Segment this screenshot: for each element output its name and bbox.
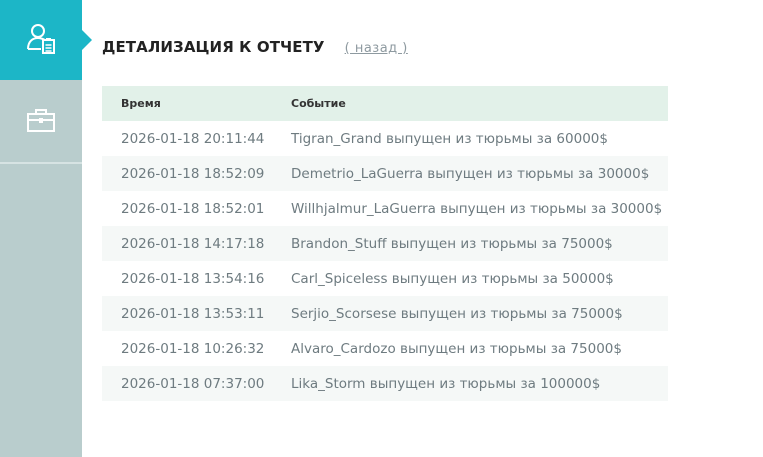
table-row: 2026-01-18 18:52:01 Willhjalmur_LaGuerra… bbox=[102, 191, 668, 226]
table-row: 2026-01-18 13:53:11 Serjio_Scorsese выпу… bbox=[102, 296, 668, 331]
sidebar bbox=[0, 0, 92, 457]
cell-event: Willhjalmur_LaGuerra выпущен из тюрьмы з… bbox=[291, 191, 668, 226]
cell-event: Carl_Spiceless выпущен из тюрьмы за 5000… bbox=[291, 261, 668, 296]
cell-event: Brandon_Stuff выпущен из тюрьмы за 75000… bbox=[291, 226, 668, 261]
cell-time: 2026-01-18 13:53:11 bbox=[102, 296, 291, 331]
page-title: ДЕТАЛИЗАЦИЯ К ОТЧЕТУ bbox=[102, 38, 325, 56]
table-row: 2026-01-18 07:37:00 Lika_Storm выпущен и… bbox=[102, 366, 668, 401]
column-header-event: Событие bbox=[291, 86, 668, 121]
cell-time: 2026-01-18 18:52:01 bbox=[102, 191, 291, 226]
cell-time: 2026-01-18 10:26:32 bbox=[102, 331, 291, 366]
cell-time: 2026-01-18 20:11:44 bbox=[102, 121, 291, 156]
cell-event: Lika_Storm выпущен из тюрьмы за 100000$ bbox=[291, 366, 668, 401]
cell-time: 2026-01-18 13:54:16 bbox=[102, 261, 291, 296]
user-report-icon bbox=[24, 21, 58, 60]
cell-time: 2026-01-18 07:37:00 bbox=[102, 366, 291, 401]
cell-time: 2026-01-18 18:52:09 bbox=[102, 156, 291, 191]
cell-event: Serjio_Scorsese выпущен из тюрьмы за 750… bbox=[291, 296, 668, 331]
table-row: 2026-01-18 13:54:16 Carl_Spiceless выпущ… bbox=[102, 261, 668, 296]
sidebar-item-briefcase[interactable] bbox=[0, 82, 82, 164]
column-header-time: Время bbox=[102, 86, 291, 121]
events-table: Время Событие 2026-01-18 20:11:44 Tigran… bbox=[102, 86, 668, 401]
table-row: 2026-01-18 18:52:09 Demetrio_LaGuerra вы… bbox=[102, 156, 668, 191]
cell-event: Alvaro_Cardozo выпущен из тюрьмы за 7500… bbox=[291, 331, 668, 366]
title-row: ДЕТАЛИЗАЦИЯ К ОТЧЕТУ ( назад ) bbox=[102, 38, 408, 56]
table-row: 2026-01-18 10:26:32 Alvaro_Cardozo выпущ… bbox=[102, 331, 668, 366]
back-link[interactable]: ( назад ) bbox=[345, 41, 408, 56]
table-row: 2026-01-18 20:11:44 Tigran_Grand выпущен… bbox=[102, 121, 668, 156]
cell-time: 2026-01-18 14:17:18 bbox=[102, 226, 291, 261]
sidebar-item-reports[interactable] bbox=[0, 0, 92, 80]
cell-event: Tigran_Grand выпущен из тюрьмы за 60000$ bbox=[291, 121, 668, 156]
table-row: 2026-01-18 14:17:18 Brandon_Stuff выпуще… bbox=[102, 226, 668, 261]
cell-event: Demetrio_LaGuerra выпущен из тюрьмы за 3… bbox=[291, 156, 668, 191]
briefcase-icon bbox=[26, 107, 56, 138]
table-header-row: Время Событие bbox=[102, 86, 668, 121]
